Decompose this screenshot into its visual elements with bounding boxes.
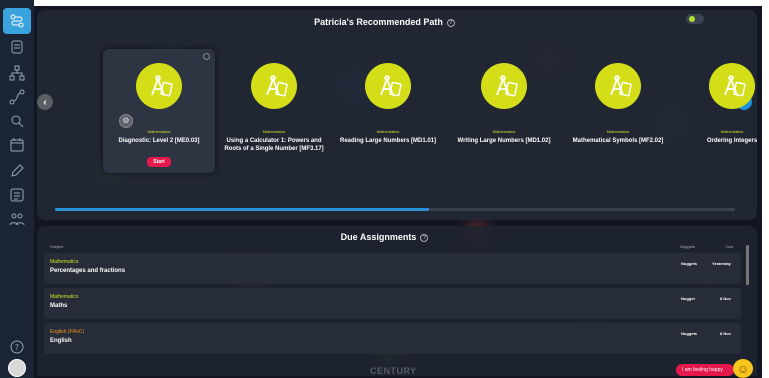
- card-title: Writing Large Numbers [MD1.02]: [457, 138, 551, 144]
- mood-button[interactable]: I am feeling happy: [676, 364, 734, 376]
- path-info-icon[interactable]: ?: [446, 18, 455, 27]
- century-logo: CENTURY: [370, 366, 417, 376]
- path-card[interactable]: Mathematics Writing Large Numbers [MD1.02…: [448, 49, 560, 173]
- path-progress-track: [55, 208, 735, 211]
- org-chart-icon: [9, 65, 25, 81]
- assignment-row[interactable]: Mathematics Maths Nugget 8 Nov: [44, 288, 741, 319]
- route-icon: [9, 89, 25, 105]
- nugget-icon: [595, 63, 641, 109]
- path-card[interactable]: Mathematics Reading Large Numbers [MD1.01…: [332, 49, 444, 173]
- svg-text:?: ?: [15, 343, 19, 352]
- assignment-type: Nuggets: [681, 261, 697, 266]
- assignment-subject: Mathematics: [50, 294, 79, 300]
- nugget-icon: [136, 63, 182, 109]
- sidebar-item-route[interactable]: [3, 84, 31, 110]
- start-button[interactable]: Start: [147, 157, 171, 167]
- path-card[interactable]: Mathematics Ordering Integers: [676, 49, 769, 173]
- assignment-subject: English (FRoC): [50, 329, 85, 335]
- path-card[interactable]: Mathematics Mathematical Symbols [MF2.02]: [562, 49, 674, 173]
- assignments-title-text: Due Assignments: [340, 232, 417, 242]
- nugget-icon: [709, 63, 755, 109]
- sidebar-item-help[interactable]: ?: [3, 334, 31, 360]
- card-info-icon[interactable]: [203, 53, 210, 60]
- sidebar-item-checklist[interactable]: [3, 182, 31, 208]
- card-subject: Mathematics: [147, 129, 171, 134]
- assignments-info-icon[interactable]: ?: [420, 233, 429, 242]
- assignment-subject: Mathematics: [50, 259, 79, 265]
- card-subject: Mathematics: [376, 129, 400, 134]
- path-card[interactable]: Mathematics Using a Calculator 1: Powers …: [218, 49, 330, 173]
- assignments-title: Due Assignments?: [0, 232, 769, 242]
- assignment-type: Nugget: [681, 296, 695, 301]
- sidebar-item-list[interactable]: [3, 34, 31, 60]
- pencil-icon: [11, 164, 24, 177]
- help-icon: ?: [10, 340, 24, 354]
- calendar-icon: [10, 138, 24, 152]
- sidebar-item-write[interactable]: [3, 158, 31, 184]
- sidebar-item-users[interactable]: [3, 206, 31, 232]
- assignment-due: 8 Nov: [720, 331, 731, 336]
- nugget-icon: [251, 63, 297, 109]
- search-doc-icon: [11, 115, 24, 128]
- smiley-icon[interactable]: ☺: [733, 359, 753, 378]
- card-title: Ordering Integers: [706, 138, 758, 144]
- column-due: Due: [726, 244, 734, 249]
- card-subject: Mathematics: [606, 129, 630, 134]
- assignments-scrollbar[interactable]: [746, 245, 749, 285]
- avatar[interactable]: [8, 359, 26, 377]
- path-title: Patricia's Recommended Path?: [0, 17, 769, 27]
- sidebar: ?: [0, 0, 34, 378]
- card-subject: Mathematics: [492, 129, 516, 134]
- assignment-type: Nuggets: [681, 331, 697, 336]
- sidebar-item-org[interactable]: [3, 60, 31, 86]
- assignment-due: 8 Nov: [720, 296, 731, 301]
- card-title: Using a Calculator 1: Powers and Roots o…: [224, 138, 324, 152]
- card-subject: Mathematics: [262, 129, 286, 134]
- users-icon: [9, 213, 25, 226]
- card-subject: Mathematics: [720, 129, 744, 134]
- sidebar-item-search[interactable]: [3, 108, 31, 134]
- nugget-icon: [365, 63, 411, 109]
- assignment-name: Maths: [50, 303, 68, 309]
- checklist-icon: [10, 188, 24, 202]
- diagnostic-badge-icon: ⚙: [119, 114, 133, 128]
- card-title: Diagnostic: Level 2 [ME0.03]: [118, 138, 200, 144]
- column-type: Nuggets: [680, 244, 695, 249]
- column-subject: Subject: [50, 244, 64, 249]
- path-title-text: Patricia's Recommended Path: [314, 17, 443, 27]
- assignment-name: Percentages and fractions: [50, 268, 126, 274]
- sidebar-item-calendar[interactable]: [3, 132, 31, 158]
- path-toggle[interactable]: [686, 14, 704, 24]
- card-title: Mathematical Symbols [MF2.02]: [572, 138, 664, 144]
- assignment-row[interactable]: Mathematics Percentages and fractions Nu…: [44, 253, 741, 284]
- chevron-left-icon: ‹: [43, 96, 47, 108]
- assignment-due: Yesterday: [712, 261, 731, 266]
- list-icon: [11, 40, 23, 54]
- nugget-icon: [481, 63, 527, 109]
- assignment-name: English: [50, 338, 72, 344]
- card-title: Reading Large Numbers [MD1.01]: [339, 138, 437, 144]
- path-progress-fill: [55, 208, 429, 211]
- assignment-row[interactable]: English (FRoC) English Nuggets 8 Nov: [44, 323, 741, 354]
- path-card[interactable]: Mathematics Diagnostic: Level 2 [ME0.03] ⚙…: [103, 49, 215, 173]
- carousel-prev-button[interactable]: ‹: [37, 94, 53, 110]
